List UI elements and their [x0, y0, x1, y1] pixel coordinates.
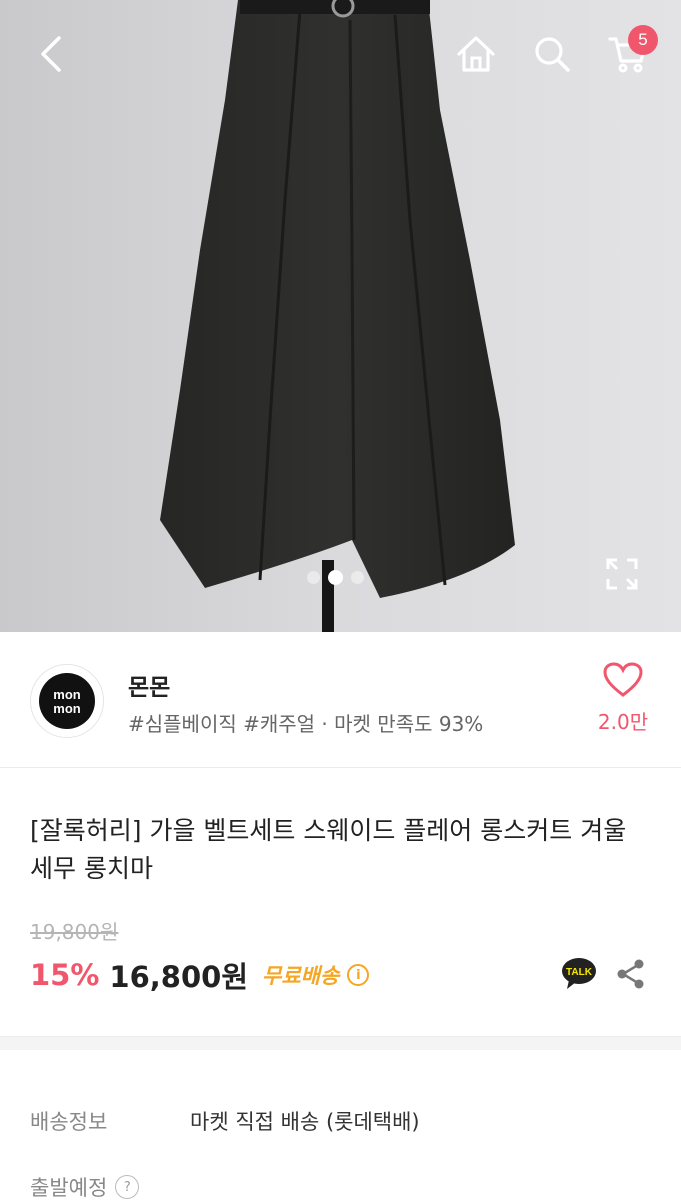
carousel-dot-active[interactable] — [328, 570, 343, 585]
like-button[interactable]: 2.0만 — [588, 662, 658, 742]
shop-logo[interactable]: mon mon — [30, 664, 104, 738]
kakao-talk-button[interactable]: TALK — [560, 956, 598, 992]
search-button[interactable] — [526, 28, 578, 80]
delivery-info-label: 배송정보 — [30, 1110, 108, 1134]
carousel-indicator — [307, 570, 364, 585]
free-shipping-badge: 무료배송 — [262, 964, 340, 988]
expand-icon — [606, 558, 638, 590]
cart-count-badge: 5 — [628, 25, 658, 55]
search-icon — [535, 37, 570, 72]
fullscreen-button[interactable] — [600, 552, 644, 596]
share-icon — [617, 959, 644, 989]
heart-icon — [603, 662, 643, 697]
discount-rate: 15% — [30, 958, 100, 992]
departure-row: 출발예정 ? — [30, 1172, 140, 1200]
original-price: 19,800원 — [30, 920, 119, 944]
shop-name[interactable]: 몬몬 — [128, 668, 170, 702]
home-icon — [457, 36, 495, 72]
talk-label: TALK — [566, 967, 593, 978]
home-button[interactable] — [450, 28, 502, 80]
carousel-dot[interactable] — [351, 571, 364, 584]
carousel-dot[interactable] — [307, 571, 320, 584]
shop-info[interactable]: mon mon 몬몬 #심플베이직 #캐주얼 · 마켓 만족도 93% 2.0만 — [0, 632, 681, 768]
product-info: [잘록허리] 가을 벨트세트 스웨이드 플레어 롱스커트 겨울 세무 롱치마 1… — [0, 768, 681, 1036]
help-icon[interactable]: ? — [115, 1175, 140, 1199]
delivery-info-row: 배송정보 마켓 직접 배송 (롯데택배) — [30, 1106, 420, 1136]
like-count: 2.0만 — [597, 710, 649, 734]
section-divider — [0, 1036, 681, 1050]
svg-text:mon: mon — [53, 701, 81, 716]
back-arrow-icon — [41, 36, 61, 72]
back-button[interactable] — [26, 28, 78, 80]
sale-price: 16,800원 — [109, 960, 249, 994]
product-image-carousel[interactable]: 5 — [0, 0, 681, 632]
product-title: [잘록허리] 가을 벨트세트 스웨이드 플레어 롱스커트 겨울 세무 롱치마 — [30, 816, 627, 883]
talk-icon: TALK — [562, 958, 596, 989]
share-button[interactable] — [612, 956, 648, 992]
svg-text:mon: mon — [53, 687, 81, 702]
departure-label: 출발예정 — [30, 1176, 108, 1200]
price-row: 15% 16,800원 무료배송 i — [30, 954, 370, 996]
delivery-info-value: 마켓 직접 배송 (롯데택배) — [190, 1110, 420, 1134]
shipping-info-icon[interactable]: i — [347, 964, 370, 986]
shop-logo-image: mon mon — [39, 673, 95, 729]
shop-tags: #심플베이직 #캐주얼 · 마켓 만족도 93% — [128, 712, 484, 736]
